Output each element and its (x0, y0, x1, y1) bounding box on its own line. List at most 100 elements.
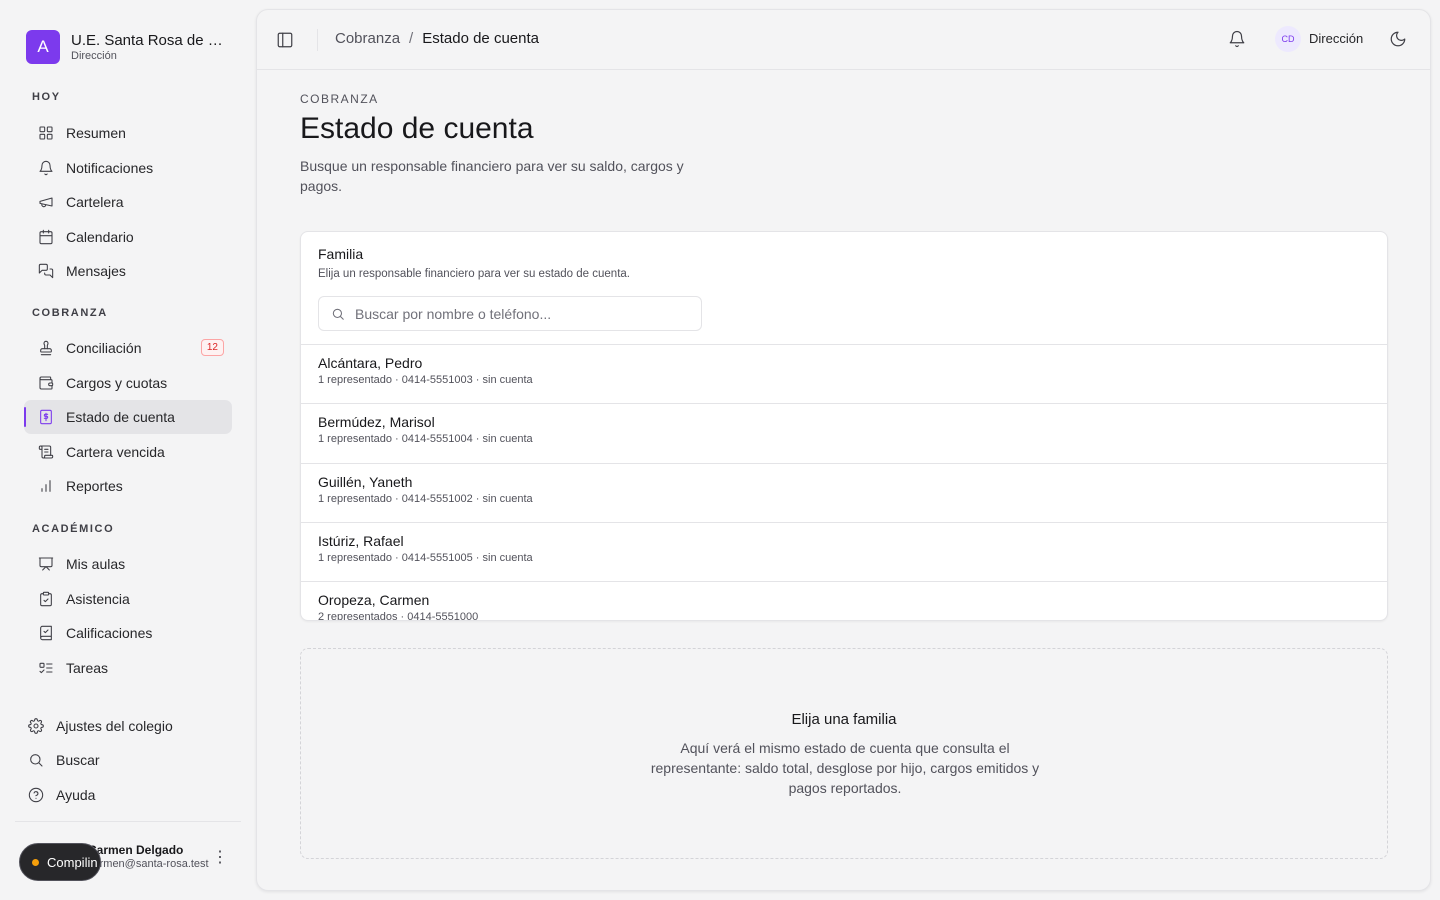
family-meta: 2 representados · 0414-5551000 (318, 611, 479, 621)
sidebar-item-label: Calendario (66, 228, 134, 245)
family-name: Alcántara, Pedro (318, 355, 423, 371)
calendar-icon (39, 229, 53, 244)
sidebar-item-cartera-vencida[interactable]: Cartera vencida (24, 435, 232, 469)
school-switcher[interactable]: A U.E. Santa Rosa de Lima Dirección (26, 30, 231, 64)
sidebar-divider (15, 821, 241, 822)
topbar: Cobranza / Estado de cuenta CD Dirección (257, 10, 1430, 70)
family-meta: 1 representado · 0414-5551004 · sin cuen… (318, 433, 533, 446)
list-item[interactable]: Oropeza, Carmen 2 representados · 0414-5… (301, 581, 1387, 621)
nav-section-academico: ACADÉMICO Mis aulas Asistencia Calificac… (24, 523, 232, 685)
wallet-icon (39, 376, 54, 390)
list-item[interactable]: Istúriz, Rafael 1 representado · 0414-55… (301, 521, 1387, 581)
moon-icon[interactable] (1389, 30, 1407, 48)
sidebar-item-conciliacion[interactable]: Conciliación 12 (24, 331, 232, 365)
sidebar-item-notificaciones[interactable]: Notificaciones (24, 151, 232, 185)
sidebar-item-label: Asistencia (66, 590, 130, 607)
sidebar-item-mensajes[interactable]: Mensajes (24, 254, 232, 288)
section-title: ACADÉMICO (32, 523, 115, 535)
empty-state: Elija una familia Aquí verá el mismo est… (300, 648, 1388, 859)
school-role: Dirección (71, 50, 117, 62)
sidebar-item-calificaciones[interactable]: Calificaciones (24, 616, 232, 650)
bar-chart-icon (41, 480, 51, 493)
book-check-icon (40, 625, 52, 641)
card-title: Familia (318, 246, 364, 262)
sidebar-item-reportes[interactable]: Reportes (24, 469, 232, 503)
section-title: HOY (32, 91, 61, 103)
sidebar-item-label: Tareas (66, 659, 109, 676)
section-title: COBRANZA (32, 307, 108, 319)
page-eyebrow: COBRANZA (300, 92, 379, 106)
help-circle-icon (28, 787, 44, 802)
sidebar-item-label: Reportes (66, 478, 123, 495)
status-dot (32, 858, 39, 866)
page-description: Busque un responsable financiero para ve… (300, 158, 684, 194)
nav-section-hoy: HOY Resumen Notificaciones Cartelera Cal… (24, 91, 232, 288)
sidebar-item-label: Calificaciones (66, 625, 153, 642)
breadcrumb-link-cobranza[interactable]: Cobranza (335, 30, 400, 47)
user-role-label[interactable]: Dirección (1309, 31, 1363, 46)
family-name: Oropeza, Carmen (318, 592, 430, 609)
user-email: carmen@santa-rosa.test (88, 858, 209, 870)
sidebar-item-cartelera[interactable]: Cartelera (24, 185, 232, 219)
receipt-icon (40, 409, 52, 425)
sidebar-item-label: Cargos y cuotas (66, 374, 168, 391)
family-name: Istúriz, Rafael (318, 532, 404, 549)
family-meta: 1 representado · 0414-5551005 · sin cuen… (318, 551, 533, 564)
sidebar-item-label: Ajustes del colegio (56, 717, 173, 734)
presentation-icon (38, 557, 54, 571)
more-vertical-icon[interactable]: ⋮ (212, 848, 228, 868)
sidebar-item-label: Resumen (66, 125, 126, 141)
sidebar-item-label: Cartelera (66, 194, 124, 211)
card-description: Elija un responsable financiero para ver… (318, 268, 630, 280)
sidebar-item-label: Mis aulas (66, 556, 126, 572)
sidebar-item-label: Estado de cuenta (66, 409, 175, 426)
sidebar-item-ayuda[interactable]: Ayuda (16, 778, 236, 812)
sidebar-toggle-icon[interactable] (276, 31, 294, 49)
sidebar-item-tareas[interactable]: Tareas (24, 651, 232, 685)
list-item[interactable]: Bermúdez, Marisol 1 representado · 0414-… (301, 403, 1387, 462)
sidebar-item-estado-de-cuenta[interactable]: Estado de cuenta (24, 400, 232, 435)
sidebar-item-cargos-y-cuotas[interactable]: Cargos y cuotas (24, 366, 232, 400)
stamp-icon (40, 340, 52, 356)
breadcrumb-separator: / (409, 30, 414, 47)
bell-icon[interactable] (1228, 30, 1246, 48)
bell-icon (39, 160, 53, 175)
sidebar-item-label: Ayuda (56, 786, 96, 803)
clipboard-check-icon (40, 591, 52, 606)
empty-state-text: Aquí verá el mismo estado de cuenta que … (650, 740, 1040, 796)
compile-label: Compilin (47, 854, 98, 870)
avatar[interactable]: CD (1275, 26, 1301, 52)
chat-icon (38, 264, 54, 279)
compile-status-pill[interactable]: Compilin (19, 843, 101, 881)
sidebar-item-calendario[interactable]: Calendario (24, 220, 232, 254)
pending-count-badge: 12 (200, 339, 224, 356)
search-icon (332, 308, 344, 320)
sidebar-item-label: Buscar (56, 752, 100, 769)
sidebar-item-mis-aulas[interactable]: Mis aulas (24, 547, 232, 581)
breadcrumb-current: Estado de cuenta (422, 30, 539, 47)
family-picker-card: Familia Elija un responsable financiero … (300, 231, 1388, 621)
sidebar-item-label: Conciliación (66, 340, 142, 356)
breadcrumb: Cobranza / Estado de cuenta (335, 30, 539, 47)
family-name: Bermúdez, Marisol (318, 414, 435, 431)
sidebar-item-buscar[interactable]: Buscar (16, 743, 236, 777)
sidebar-item-resumen[interactable]: Resumen (24, 116, 232, 150)
search-icon (30, 754, 43, 767)
school-name: U.E. Santa Rosa de Lima (71, 32, 231, 49)
sidebar-item-ajustes[interactable]: Ajustes del colegio (16, 709, 236, 743)
list-item[interactable]: Alcántara, Pedro 1 representado · 0414-5… (301, 344, 1387, 403)
gear-icon (28, 717, 44, 734)
divider (317, 29, 318, 51)
list-item[interactable]: Guillén, Yaneth 1 representado · 0414-55… (301, 462, 1387, 522)
sidebar: A U.E. Santa Rosa de Lima Dirección HOY … (0, 0, 256, 900)
sidebar-item-label: Mensajes (66, 263, 126, 280)
family-meta: 1 representado · 0414-5551002 · sin cuen… (318, 492, 533, 505)
family-search-field[interactable] (318, 296, 702, 331)
search-input[interactable] (355, 305, 675, 322)
main-panel: Cobranza / Estado de cuenta CD Dirección… (256, 9, 1431, 891)
family-list: Alcántara, Pedro 1 representado · 0414-5… (301, 344, 1387, 621)
nav-section-cobranza: COBRANZA Conciliación 12 Cargos y cuotas… (24, 307, 232, 503)
megaphone-icon (39, 197, 53, 208)
page-title: Estado de cuenta (300, 112, 534, 145)
sidebar-item-asistencia[interactable]: Asistencia (24, 582, 232, 616)
